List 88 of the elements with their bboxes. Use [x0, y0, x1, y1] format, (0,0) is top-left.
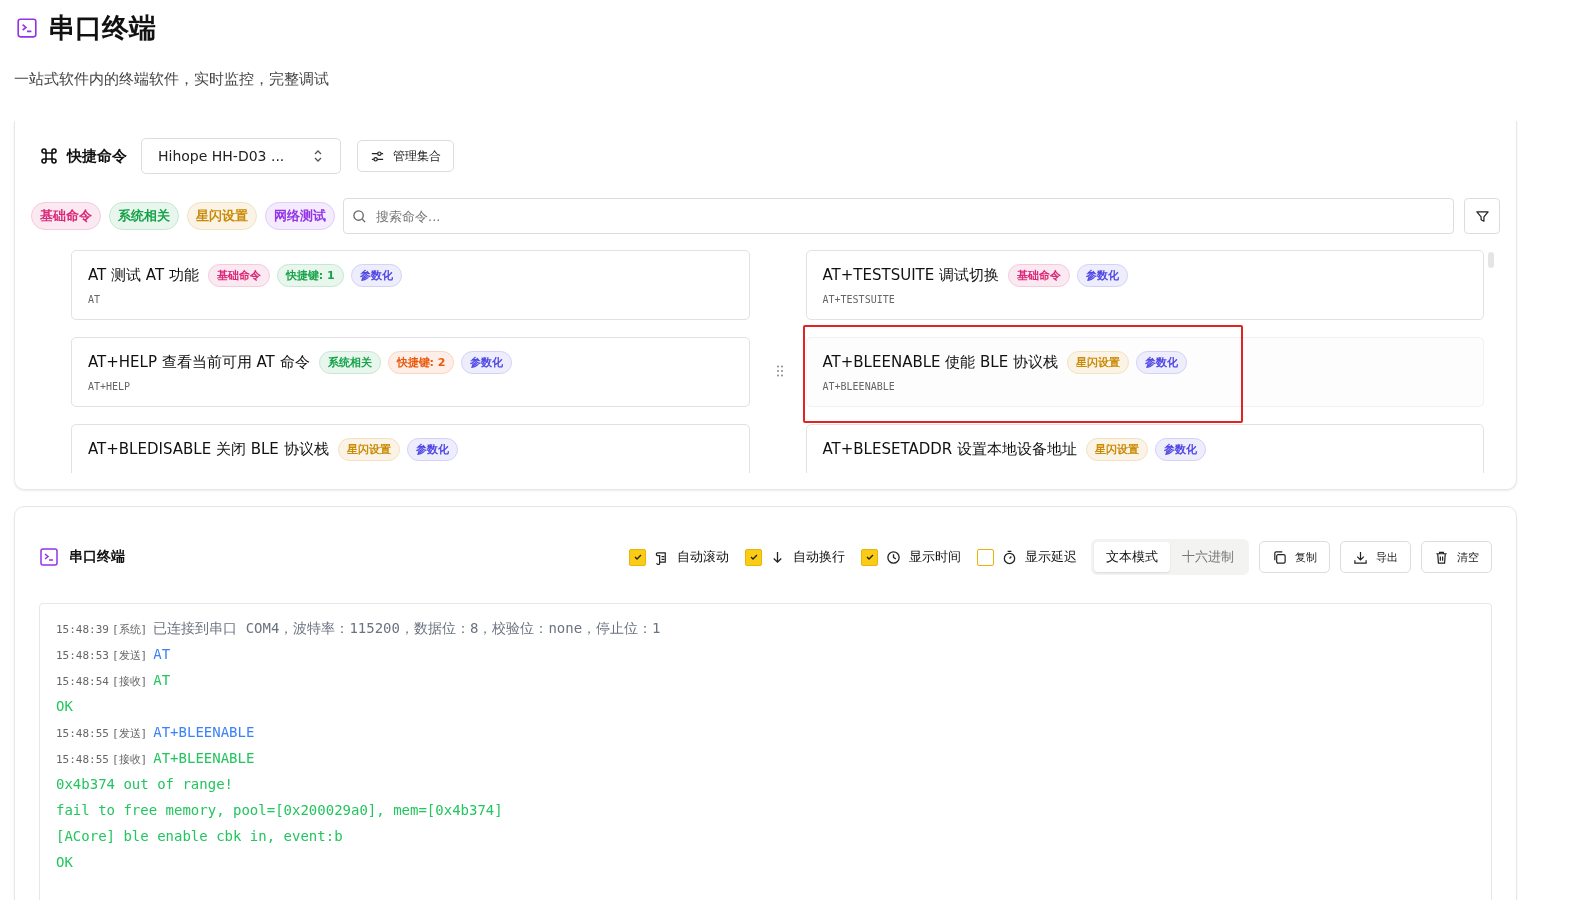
command-tag: 星闪设置	[1086, 438, 1148, 461]
command-tag: 星闪设置	[1066, 351, 1129, 374]
log-text: AT+BLEENABLE	[153, 750, 255, 766]
log-text: 0x4b374 out of range!	[56, 776, 233, 792]
log-time: 15:48:55	[56, 727, 109, 740]
command-tag: 参数化	[1155, 438, 1206, 461]
command-card[interactable]: AT+HELP 查看当前可用 AT 命令 系统相关 快捷键: 2 参数化 AT+HELP	[71, 337, 750, 407]
drag-handle-icon[interactable]	[776, 365, 783, 377]
command-tag: 参数化	[1077, 264, 1128, 287]
log-text: 已连接到串口 COM4，波特率：115200，数据位：8，校验位：none，停止位：1	[153, 620, 661, 638]
log-tag: [接收]	[112, 752, 148, 767]
log-time: 15:48:54	[56, 675, 109, 688]
command-tag: 参数化	[1135, 351, 1187, 374]
terminal-title: 串口终端	[69, 548, 125, 566]
command-code: AT+BLEENABLE	[822, 381, 896, 392]
trash-icon	[1434, 549, 1449, 565]
collection-select[interactable]: Hihope HH-D03 ...	[141, 138, 341, 174]
command-title: AT+BLEDISABLE 关闭 BLE 协议栈	[88, 440, 329, 459]
terminal-icon	[39, 547, 59, 567]
manage-button[interactable]: 管理集合	[357, 140, 454, 172]
log-text: AT+BLEENABLE	[153, 724, 255, 740]
log-tag: [接收]	[112, 674, 148, 689]
command-card[interactable]: AT 测试 AT 功能 基础命令 快捷键: 1 参数化 AT	[71, 250, 750, 320]
checkbox[interactable]	[745, 548, 762, 566]
log-text: OK	[56, 854, 73, 870]
clock-icon	[886, 549, 901, 565]
log-tag: [系统]	[112, 622, 148, 637]
log-text: [ACore] ble enable cbk in, event:b	[56, 828, 343, 844]
scrollbar-thumb[interactable]	[1488, 252, 1494, 268]
log-text: AT	[153, 646, 171, 662]
command-title: AT+HELP 查看当前可用 AT 命令	[88, 353, 310, 372]
scroll-icon	[654, 549, 669, 565]
command-code: AT+HELP	[88, 381, 132, 392]
command-tag: 系统相关	[318, 351, 381, 374]
log-text: OK	[56, 698, 73, 714]
command-title: AT+TESTSUITE 调试切换	[822, 266, 999, 285]
log-time: 15:48:55	[56, 753, 109, 766]
command-tag: 基础命令	[1008, 264, 1070, 287]
mode-tab[interactable]: 十六进制	[1170, 542, 1246, 572]
chevron-icon	[312, 148, 324, 164]
filter-button[interactable]	[1464, 198, 1500, 234]
log-text: fail to free memory, pool=[0x200029a0], mem=[0x4b374]	[56, 802, 503, 818]
command-card[interactable]: AT+BLEENABLE 使能 BLE 协议栈 星闪设置 参数化 AT+BLEENABLE	[805, 337, 1484, 407]
log-text: AT	[153, 672, 171, 688]
timer-icon	[1002, 549, 1017, 565]
command-tag: 参数化	[350, 264, 402, 287]
terminal-icon	[16, 17, 38, 39]
checkbox[interactable]	[861, 548, 878, 566]
log-time: 15:48:53	[56, 649, 109, 662]
option-label: 显示时间	[909, 548, 961, 566]
command-tag: 快捷键: 1	[276, 264, 344, 287]
command-tag: 星闪设置	[337, 438, 400, 461]
copy-icon	[1272, 549, 1287, 565]
log-time: 15:48:39	[56, 623, 109, 636]
command-card[interactable]: AT+BLEDISABLE 关闭 BLE 协议栈 星闪设置 参数化	[71, 424, 750, 473]
export-button[interactable]: 导出	[1340, 541, 1411, 573]
log-tag: [发送]	[112, 726, 148, 741]
category-chip[interactable]: 基础命令	[31, 202, 101, 230]
command-title: AT+BLEENABLE 使能 BLE 协议栈	[822, 353, 1058, 372]
option-label: 自动滚动	[677, 548, 729, 566]
checkbox[interactable]	[977, 548, 994, 566]
command-code: AT	[88, 294, 102, 305]
command-tag: 快捷键: 2	[387, 351, 455, 374]
option-label: 自动换行	[793, 548, 845, 566]
filter-icon	[1474, 208, 1490, 224]
log-tag: [发送]	[112, 648, 148, 663]
sliders-icon	[370, 148, 385, 164]
command-tag: 基础命令	[207, 264, 270, 287]
command-key-icon	[39, 146, 59, 166]
search-icon	[352, 209, 367, 224]
command-card[interactable]: AT+BLESETADDR 设置本地设备地址 星闪设置 参数化	[805, 424, 1484, 473]
page-subtitle: 一站式软件内的终端软件，实时监控，完整调试	[14, 70, 330, 89]
category-chip[interactable]: 网络测试	[265, 202, 335, 230]
clear-button[interactable]: 清空	[1421, 541, 1492, 573]
command-code: AT+TESTSUITE	[822, 294, 896, 305]
page-title: 串口终端	[48, 11, 156, 45]
checkbox[interactable]	[629, 548, 646, 566]
command-tag: 参数化	[406, 438, 458, 461]
command-title: AT+BLESETADDR 设置本地设备地址	[822, 440, 1077, 459]
command-title: AT 测试 AT 功能	[88, 266, 199, 285]
command-card[interactable]: AT+TESTSUITE 调试切换 基础命令 参数化 AT+TESTSUITE	[805, 250, 1484, 320]
section-title: 快捷命令	[67, 146, 127, 166]
search-field[interactable]: 搜索命令...	[343, 198, 1454, 234]
download-icon	[1353, 549, 1368, 565]
option-label: 显示延迟	[1025, 548, 1077, 566]
mode-tab[interactable]: 文本模式	[1094, 542, 1170, 572]
command-tag: 参数化	[461, 351, 513, 374]
copy-button[interactable]: 复制	[1259, 541, 1330, 573]
